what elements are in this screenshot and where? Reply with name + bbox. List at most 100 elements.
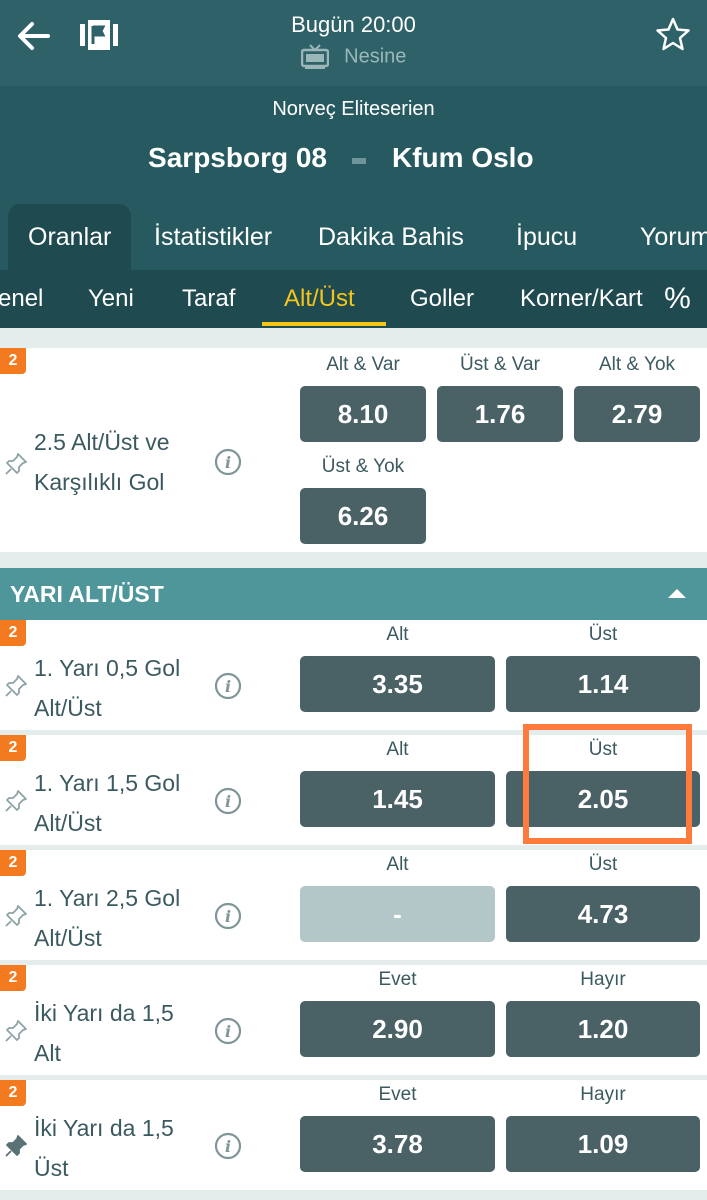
odd-button[interactable]: 2.79 <box>574 386 700 442</box>
market-label-line1: İki Yarı da 1,5 <box>34 1000 174 1026</box>
market-label-line2: Üst <box>34 1155 69 1181</box>
highlight-box <box>523 724 692 844</box>
odd-button-disabled: - <box>300 886 495 942</box>
outcome-label: Hayır <box>580 969 626 990</box>
subtab-taraf[interactable]: Taraf <box>182 270 235 328</box>
outcome-label: Üst <box>588 854 618 875</box>
info-icon[interactable]: i <box>214 787 242 815</box>
outcome-label: Üst & Yok <box>321 456 405 477</box>
info-icon[interactable]: i <box>214 1132 242 1160</box>
home-team: Sarpsborg 08 <box>148 142 327 173</box>
subtab-genel[interactable]: enel <box>0 270 43 328</box>
odd-button[interactable]: 1.45 <box>300 771 495 827</box>
pin-icon[interactable] <box>4 789 28 813</box>
svg-text:i: i <box>225 1022 231 1041</box>
odd-button[interactable]: 1.76 <box>437 386 563 442</box>
market-row: 2 1. Yarı 2,5 Gol Alt/Üst i Alt Üst - 4.… <box>0 850 707 960</box>
outcome-label: Üst <box>588 624 618 645</box>
odd-button[interactable]: 4.73 <box>506 886 700 942</box>
info-icon[interactable]: i <box>214 448 242 476</box>
channel-name: Nesine <box>344 45 407 68</box>
market-badge: 2 <box>0 850 26 876</box>
pin-icon[interactable] <box>4 904 28 928</box>
svg-text:i: i <box>225 907 231 926</box>
outcome-label: Alt <box>386 854 409 875</box>
league-name: Norveç Eliteserien <box>272 98 435 120</box>
market-badge: 2 <box>0 965 26 991</box>
info-icon[interactable]: i <box>214 672 242 700</box>
market-label-line1: İki Yarı da 1,5 <box>34 1115 174 1141</box>
market-label-line2: Alt/Üst <box>34 695 102 721</box>
market-label-line1: 1. Yarı 1,5 Gol <box>34 770 181 796</box>
market-row: 2 İki Yarı da 1,5 Alt i Evet Hayır 2.90 … <box>0 965 707 1075</box>
section-header[interactable]: YARI ALT/ÜST <box>0 568 707 620</box>
odd-button[interactable]: 1.20 <box>506 1001 700 1057</box>
active-subtab-indicator <box>262 322 386 326</box>
market-label-line1: 2.5 Alt/Üst ve <box>34 429 170 455</box>
pin-icon[interactable] <box>4 1134 28 1158</box>
main-tabs: Oranlar İstatistikler Dakika Bahis İpucu… <box>0 204 707 270</box>
subtab-yeni[interactable]: Yeni <box>88 270 134 328</box>
svg-text:i: i <box>225 677 231 696</box>
divider <box>0 1190 707 1200</box>
tab-yorum[interactable]: Yorum <box>640 204 707 270</box>
match-header: Norveç Eliteserien Sarpsborg 08 Kfum Osl… <box>0 86 707 204</box>
odd-button[interactable]: 8.10 <box>300 386 426 442</box>
divider <box>0 552 707 568</box>
outcome-label: Hayır <box>580 1084 626 1105</box>
chevron-up-icon[interactable] <box>666 586 688 600</box>
info-icon[interactable]: i <box>214 1017 242 1045</box>
info-icon[interactable]: i <box>214 902 242 930</box>
market-subtabs: enel Yeni Taraf Alt/Üst Goller Korner/Ka… <box>0 270 707 328</box>
market-row-combo: 2 2.5 Alt/Üst ve Karşılıklı Gol i Alt & … <box>0 348 707 552</box>
market-label-line1: 1. Yarı 2,5 Gol <box>34 885 181 911</box>
odd-button[interactable]: 1.14 <box>506 656 700 712</box>
subtab-korner-kart[interactable]: Korner/Kart <box>520 270 643 328</box>
tab-oranlar[interactable]: Oranlar <box>8 204 132 270</box>
market-label-line2: Karşılıklı Gol <box>34 469 165 495</box>
market-badge: 2 <box>0 348 26 374</box>
outcome-label: Üst & Var <box>460 354 540 375</box>
outcome-label: Alt & Var <box>326 354 400 375</box>
subtab-goller[interactable]: Goller <box>410 270 474 328</box>
match-time: Bugün 20:00 <box>291 12 416 37</box>
tab-ipucu[interactable]: İpucu <box>516 204 577 270</box>
market-row: 2 İki Yarı da 1,5 Üst i Evet Hayır 3.78 … <box>0 1080 707 1190</box>
pin-icon[interactable] <box>4 452 28 476</box>
top-bar: Bugün 20:00 Nesine <box>0 0 707 86</box>
market-badge: 2 <box>0 1080 26 1106</box>
outcome-label: Alt <box>386 739 409 760</box>
outcome-label: Alt <box>386 624 409 645</box>
favorite-star-icon[interactable] <box>652 14 694 56</box>
svg-text:i: i <box>225 1137 231 1156</box>
pin-icon[interactable] <box>4 674 28 698</box>
svg-text:i: i <box>225 453 231 472</box>
odd-button[interactable]: 3.78 <box>300 1116 495 1172</box>
outcome-label: Evet <box>378 1084 417 1105</box>
broadcast-channel: Nesine <box>0 44 707 70</box>
tab-istatistikler[interactable]: İstatistikler <box>154 204 272 270</box>
market-label-line2: Alt <box>34 1040 61 1066</box>
svg-text:i: i <box>225 792 231 811</box>
subtab-alt-ust[interactable]: Alt/Üst <box>284 270 355 328</box>
market-badge: 2 <box>0 620 26 646</box>
odd-button[interactable]: 6.26 <box>300 488 426 544</box>
market-label-line1: 1. Yarı 0,5 Gol <box>34 655 181 681</box>
market-label-line2: Alt/Üst <box>34 810 102 836</box>
odd-button[interactable]: 1.09 <box>506 1116 700 1172</box>
section-title: YARI ALT/ÜST <box>10 581 164 607</box>
pin-icon[interactable] <box>4 1019 28 1043</box>
market-row: 2 1. Yarı 0,5 Gol Alt/Üst i Alt Üst 3.35… <box>0 620 707 730</box>
divider <box>0 328 707 348</box>
outcome-label: Alt & Yok <box>598 354 676 375</box>
market-badge: 2 <box>0 735 26 761</box>
outcome-label: Evet <box>378 969 417 990</box>
market-label-line2: Alt/Üst <box>34 925 102 951</box>
odd-button[interactable]: 3.35 <box>300 656 495 712</box>
tab-dakika-bahis[interactable]: Dakika Bahis <box>318 204 464 270</box>
away-team: Kfum Oslo <box>392 142 534 173</box>
versus-dash <box>352 158 366 164</box>
tv-icon <box>300 44 329 69</box>
odd-button[interactable]: 2.90 <box>300 1001 495 1057</box>
percent-button[interactable]: % <box>648 270 707 328</box>
